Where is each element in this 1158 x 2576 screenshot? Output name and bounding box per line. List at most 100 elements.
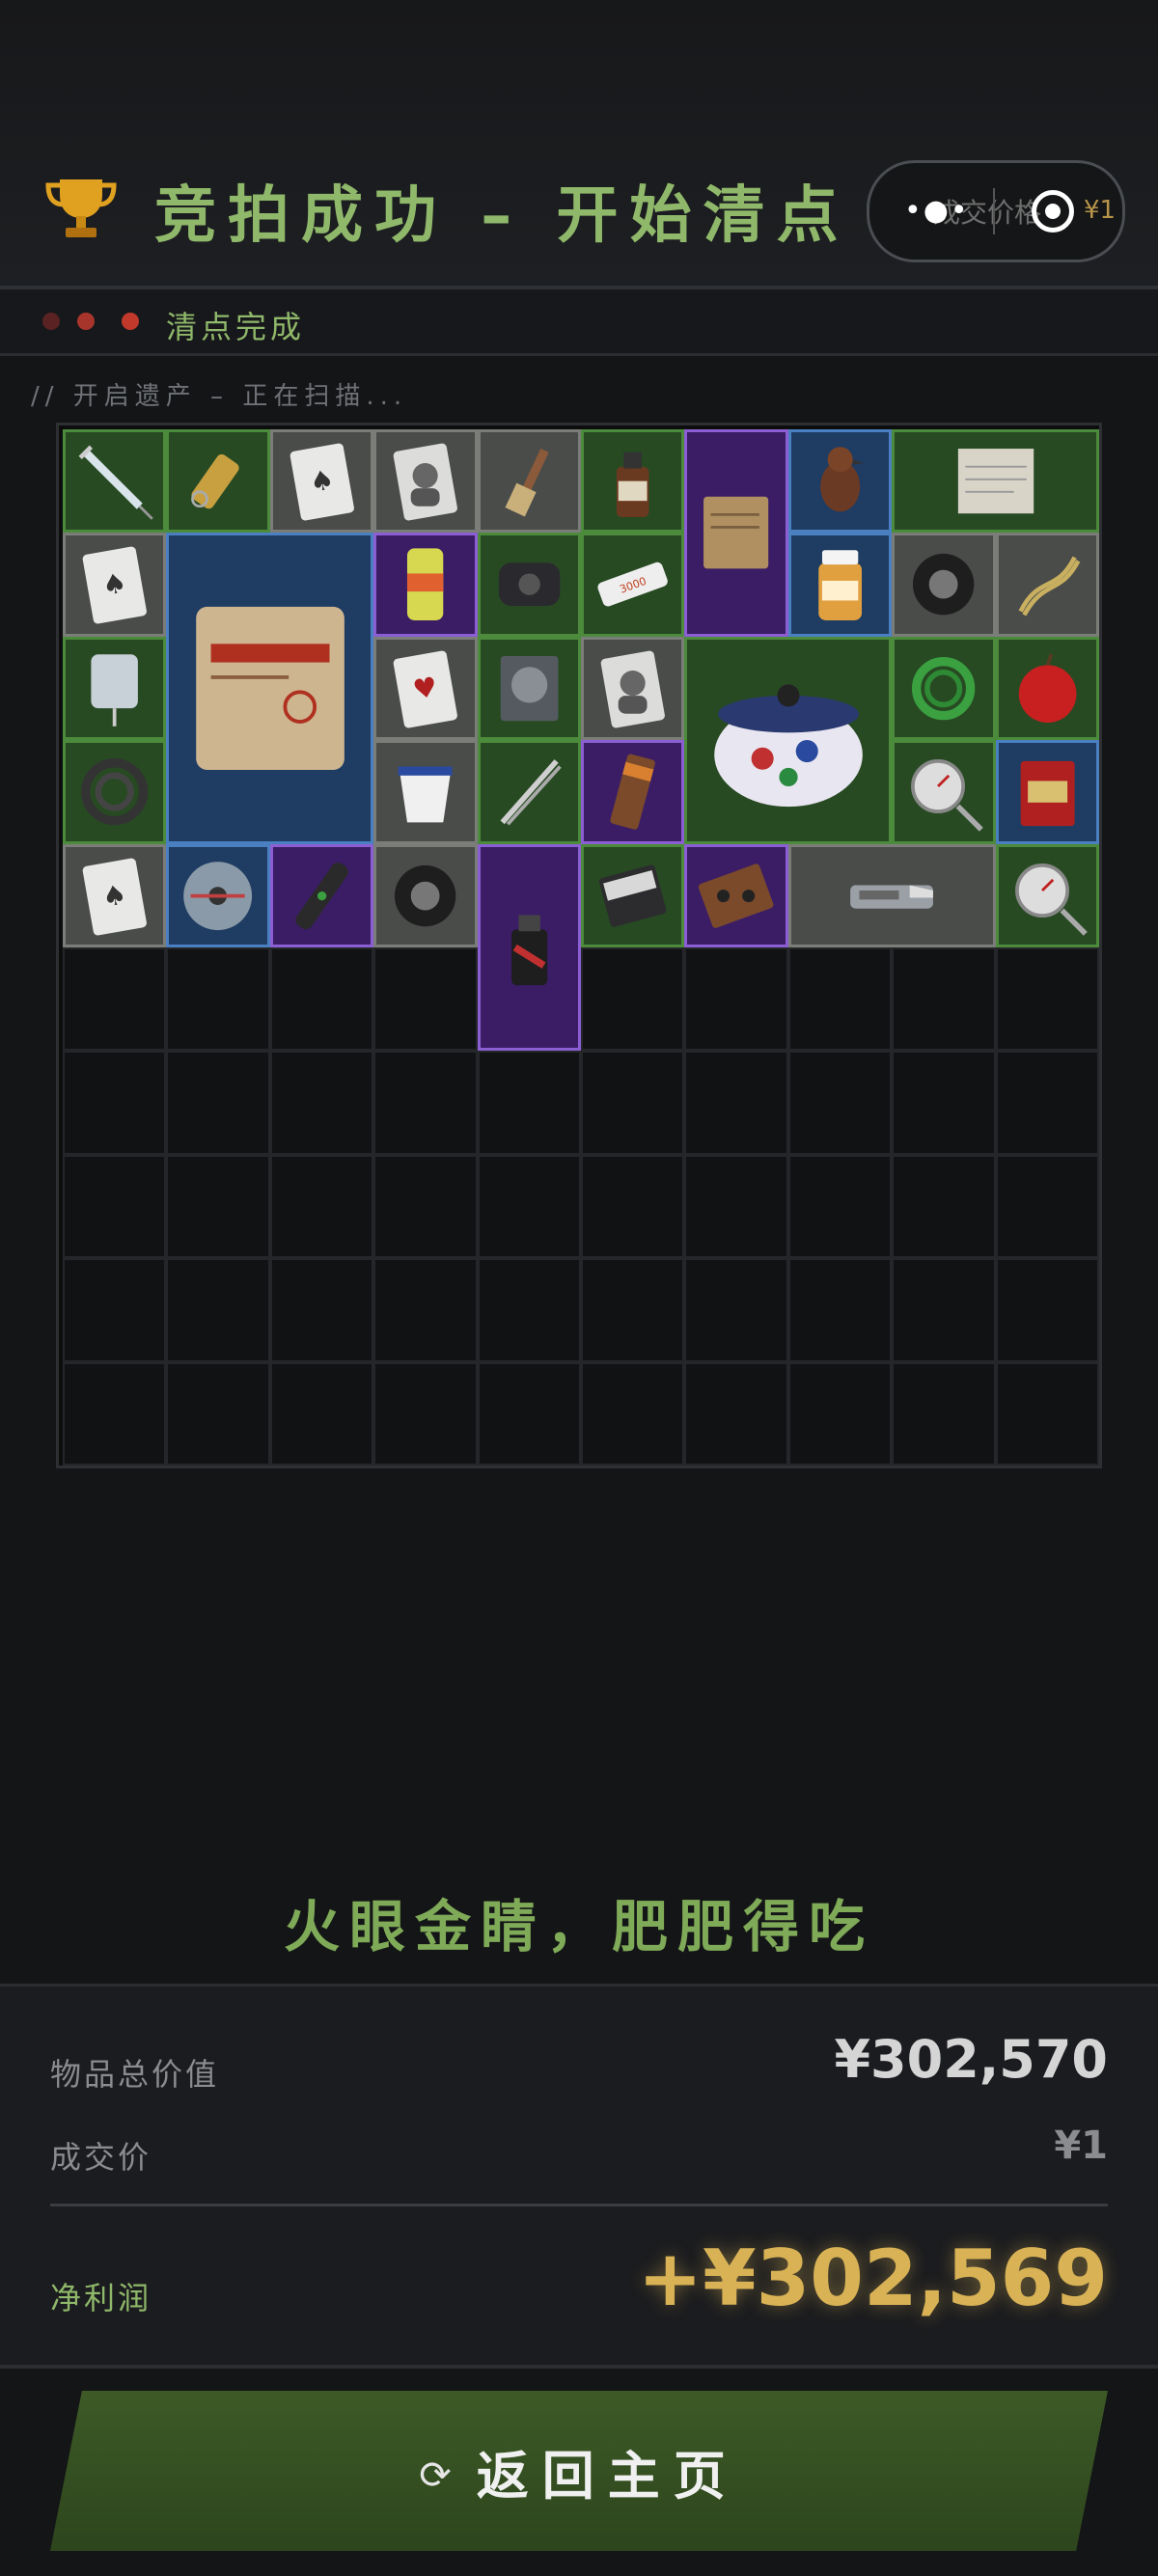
card-icon: ♠ [290, 443, 354, 521]
rope-icon [1018, 557, 1081, 617]
deal-price-label: 成交价 [50, 2139, 152, 2176]
hard-drive-item[interactable] [477, 636, 581, 741]
device-icon [498, 562, 560, 607]
grid-cell [166, 1258, 270, 1362]
grid-cell [684, 1154, 788, 1259]
grid-cell [892, 1051, 996, 1155]
return-home-button[interactable]: ⟳ 返回主页 [50, 2391, 1108, 2551]
cassette-item[interactable] [684, 843, 788, 947]
inventory-grid: ♠ ♠ 3000 ♥ ♠ [56, 423, 1102, 1468]
portrait-icon [393, 443, 458, 521]
net-profit-value: +¥302,569 [637, 2233, 1108, 2323]
portrait-card-item[interactable] [373, 429, 478, 534]
apple-item[interactable] [995, 636, 1099, 741]
cement-bag-item[interactable] [166, 533, 374, 844]
syringe-item[interactable] [63, 429, 167, 534]
close-target-icon[interactable] [1032, 190, 1074, 233]
grid-cell [269, 1154, 374, 1259]
portrait-icon [600, 650, 665, 728]
grid-cell [787, 947, 893, 1052]
grid-cell [373, 1154, 478, 1259]
grid-cell [63, 1051, 167, 1155]
power-bank-item[interactable] [477, 533, 581, 637]
yogurt-cup-item[interactable] [373, 740, 478, 844]
bar-icon [610, 754, 655, 830]
green-hose-item[interactable] [892, 636, 996, 741]
medicine-bottle-item[interactable] [581, 429, 685, 534]
apple-icon [1018, 653, 1077, 723]
iv-bag-item[interactable] [63, 636, 167, 741]
vitamin-bottle-item[interactable] [787, 533, 893, 637]
utility-knife-item[interactable] [787, 843, 996, 947]
letter-icon [957, 449, 1034, 514]
docs-icon [703, 497, 769, 569]
grid-cell [787, 1154, 893, 1259]
card-spades-item[interactable]: ♠ [63, 533, 167, 637]
gauge-item[interactable] [892, 740, 996, 844]
notebook-icon [598, 864, 667, 927]
bottle-icon [616, 452, 649, 518]
coil-icon [81, 758, 149, 826]
grid-cell [581, 1361, 685, 1466]
grid-cell [166, 947, 270, 1052]
energy-drink-item[interactable] [373, 533, 478, 637]
tweezers-item[interactable] [477, 740, 581, 844]
return-home-label: 返回主页 [476, 2445, 739, 2507]
tape-icon [395, 864, 456, 926]
tape-roll-item[interactable] [373, 843, 478, 947]
old-documents-item[interactable] [684, 429, 788, 637]
pills-icon [818, 550, 862, 621]
spray-can-item[interactable] [477, 843, 581, 1052]
battery-item[interactable]: 3000 [581, 533, 685, 637]
cup-icon [398, 766, 453, 823]
snack-bar-item[interactable] [581, 740, 685, 844]
bullet-keychain-item[interactable] [166, 429, 270, 534]
duct-tape-item[interactable] [892, 533, 996, 637]
gauge-icon [1014, 863, 1088, 936]
ceramic-pot-item[interactable] [684, 636, 893, 844]
tea-tin-item[interactable] [995, 740, 1099, 844]
gauge-2-item[interactable] [995, 843, 1099, 947]
grid-cell [63, 947, 167, 1052]
spray-icon [510, 915, 547, 986]
grid-cell [166, 1051, 270, 1155]
grid-cell [63, 1258, 167, 1362]
cassette-icon [699, 863, 774, 928]
card-hearts-item[interactable]: ♥ [373, 636, 478, 741]
scan-text: // 开启遗产 – 正在扫描... [31, 382, 408, 411]
bird-figurine-item[interactable] [787, 429, 893, 534]
flashlight-item[interactable] [269, 843, 374, 947]
rope-item[interactable] [995, 533, 1099, 637]
grid-cell [63, 1154, 167, 1259]
card-spades-2-item[interactable]: ♠ [63, 843, 167, 947]
grid-cell [787, 1051, 893, 1155]
grid-cell [166, 1361, 270, 1466]
total-value: ¥302,570 [834, 2029, 1108, 2090]
grid-cell [892, 1361, 996, 1466]
grid-cell [477, 1258, 581, 1362]
portrait-card-2-item[interactable] [581, 636, 685, 741]
bullet-icon [191, 453, 240, 509]
disc-item[interactable] [166, 843, 270, 947]
grid-cell [892, 947, 996, 1052]
flashlight-icon [295, 862, 348, 929]
more-icon[interactable]: •●• [904, 194, 970, 228]
tweezers-icon [500, 759, 562, 826]
notebook-item[interactable] [581, 843, 685, 947]
hdd-icon [500, 655, 559, 722]
playing-card-item[interactable]: ♠ [269, 429, 374, 534]
capsule-ghost-price: ¥1 [1084, 196, 1117, 225]
grid-cell [787, 1361, 893, 1466]
letter-item[interactable] [892, 429, 1099, 534]
grid-cell [477, 1051, 581, 1155]
disc-icon [183, 861, 253, 930]
brush-item[interactable] [477, 429, 581, 534]
capsule-divider [993, 188, 995, 234]
knife-icon [850, 885, 934, 909]
cable-coil-item[interactable] [63, 740, 167, 844]
bird-icon [819, 447, 864, 512]
can-icon [407, 548, 444, 621]
mini-program-capsule[interactable]: 成交价格 •●• ¥1 [867, 160, 1125, 262]
grid-cell [373, 1258, 478, 1362]
hose-icon [912, 656, 976, 721]
